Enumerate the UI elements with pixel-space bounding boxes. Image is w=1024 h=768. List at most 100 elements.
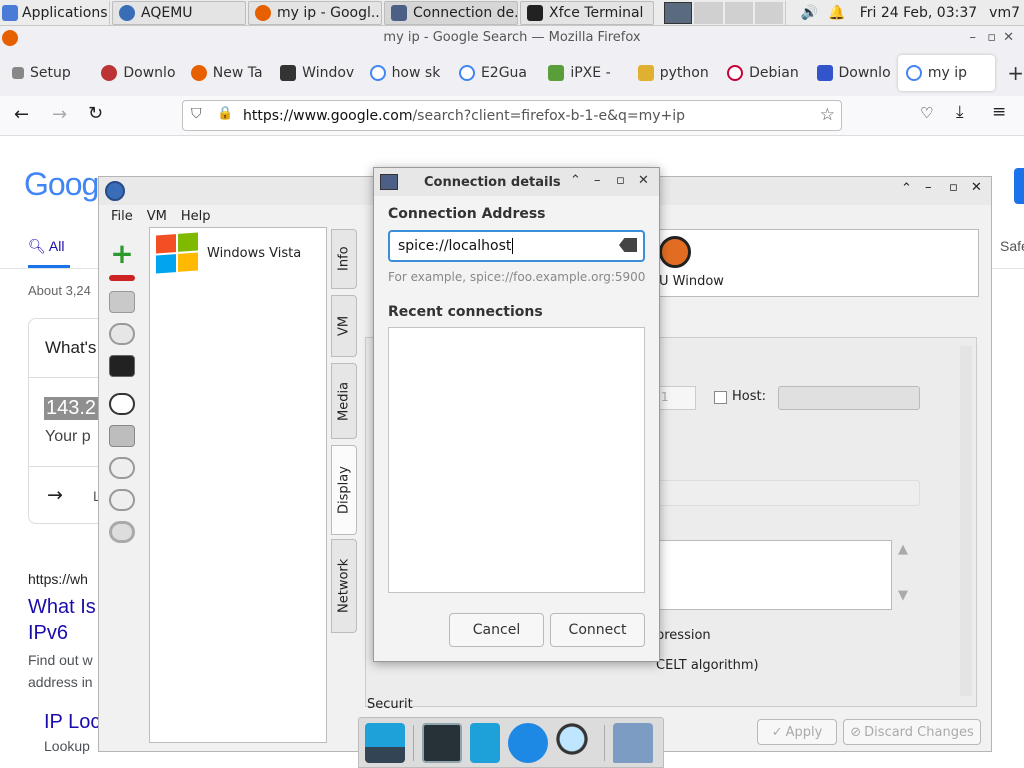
aqemu-collapse-icon[interactable]: ⌃ (901, 181, 912, 196)
scrollbar[interactable] (960, 346, 972, 696)
reset-icon[interactable] (109, 521, 135, 543)
clock-icon[interactable] (109, 323, 135, 345)
file-manager-launcher-icon[interactable] (470, 722, 500, 763)
down-arrow-icon[interactable]: ▼ (898, 588, 908, 603)
google-logo[interactable]: Goog (24, 166, 99, 203)
menu-file[interactable]: File (111, 209, 133, 224)
tab-all[interactable]: 🔍︎ All (28, 238, 64, 255)
tab-ipxe[interactable]: iPXE - (540, 55, 629, 91)
tab-python[interactable]: python (630, 55, 719, 91)
win-green (178, 232, 198, 252)
vm-item-name[interactable]: Windows Vista (207, 246, 301, 261)
console-icon[interactable] (109, 355, 135, 377)
terminal-launcher-icon[interactable] (422, 722, 462, 763)
menu-help[interactable]: Help (181, 209, 211, 224)
menu-vm[interactable]: VM (147, 209, 167, 224)
win-yellow (178, 252, 198, 272)
cancel-button[interactable]: Cancel (449, 613, 544, 647)
arrow-right-icon[interactable]: → (47, 484, 63, 506)
tab-network[interactable]: Network (331, 539, 357, 633)
tab-download-1[interactable]: Downlo (93, 55, 182, 91)
new-tab-icon[interactable]: + (1007, 61, 1024, 85)
tab-display[interactable]: Display (331, 445, 357, 535)
search-button-blue[interactable] (1014, 168, 1024, 204)
tab-info[interactable]: Info (331, 229, 357, 289)
reload-icon[interactable]: ↻ (88, 103, 103, 124)
connection-address-input[interactable]: spice://localhost (388, 230, 645, 262)
pocket-icon[interactable]: ♡ (920, 104, 933, 122)
clock[interactable]: Fri 24 Feb, 03:37 (860, 5, 977, 21)
menu-icon[interactable]: ≡ (992, 102, 1006, 122)
task-firefox[interactable]: my ip - Googl... (248, 0, 382, 25)
workspace-4[interactable] (754, 1, 783, 24)
user-name[interactable]: vm7 (989, 5, 1020, 21)
pause-icon[interactable] (109, 457, 135, 479)
ff-maximize-icon[interactable]: ▫ (987, 26, 996, 50)
dialog-title-bar[interactable]: Connection details ⌃ – ▫ ✕ (374, 168, 659, 196)
workspace-2[interactable] (694, 1, 723, 24)
tab-new[interactable]: New Ta (183, 55, 272, 91)
tab-my-ip[interactable]: my ip (897, 55, 996, 91)
tab-vm[interactable]: VM (331, 295, 357, 357)
dialog-maximize-icon[interactable]: ▫ (616, 173, 625, 188)
tab-media[interactable]: Media (331, 363, 357, 439)
delete-vm-icon[interactable] (109, 275, 135, 281)
tab-download-2[interactable]: Downlo (809, 55, 898, 91)
stop-icon[interactable] (109, 489, 135, 511)
web-browser-launcher-icon[interactable] (508, 722, 548, 763)
ff-close-icon[interactable]: ✕ (1003, 26, 1014, 50)
clear-text-icon[interactable] (619, 238, 637, 252)
tab-setup[interactable]: Setup (4, 55, 93, 91)
task-aqemu[interactable]: AQEMU (112, 0, 246, 25)
spinbox[interactable]: 1 (656, 386, 696, 410)
folder-launcher-icon[interactable] (613, 722, 653, 763)
up-arrow-icon[interactable]: ▲ (898, 542, 908, 557)
firefox-logo-icon (2, 30, 18, 46)
notification-bell-icon[interactable]: 🔔 (828, 5, 845, 21)
tab-windows[interactable]: Windov (272, 55, 361, 91)
tab-how[interactable]: how sk (362, 55, 451, 91)
hdd-icon[interactable] (109, 291, 135, 313)
workspace-3[interactable] (724, 1, 753, 24)
show-desktop-icon[interactable] (365, 722, 405, 763)
dialog-collapse-icon[interactable]: ⌃ (570, 173, 581, 188)
dialog-minimize-icon[interactable]: – (594, 173, 601, 188)
security-section-label: Securit (367, 697, 413, 712)
dialog-close-icon[interactable]: ✕ (638, 173, 649, 188)
applications-menu[interactable]: Applications (0, 0, 110, 25)
url-bar[interactable]: ⛉ 🔒 https://www.google.com/search?client… (182, 100, 842, 131)
connect-button[interactable]: Connect (550, 613, 645, 647)
downloads-icon[interactable]: ⤓ (956, 102, 964, 122)
safe-search[interactable]: Safe (1000, 238, 1024, 254)
result2-title[interactable]: IP Loc (44, 711, 100, 734)
app-finder-icon[interactable] (556, 722, 596, 763)
list-box[interactable] (656, 540, 892, 610)
save-icon[interactable] (109, 425, 135, 447)
add-vm-icon[interactable]: + (109, 240, 135, 268)
task-connection-details[interactable]: Connection de... (384, 0, 518, 25)
play-icon[interactable] (109, 393, 135, 415)
host-field[interactable] (778, 386, 920, 410)
host-checkbox[interactable] (714, 391, 727, 404)
vm-list[interactable]: Windows Vista (149, 227, 327, 743)
bookmark-star-icon[interactable]: ☆ (820, 105, 835, 125)
aqemu-minimize-icon[interactable]: – (925, 180, 932, 195)
lock-icon[interactable]: 🔒 (217, 106, 233, 121)
aqemu-close-icon[interactable]: ✕ (971, 180, 982, 195)
ip-address-value[interactable]: 143.2 (44, 397, 99, 420)
back-icon[interactable]: ← (14, 104, 29, 125)
tab-debian[interactable]: Debian (719, 55, 808, 91)
ff-minimize-icon[interactable]: – (970, 26, 977, 50)
volume-icon[interactable]: 🔊 (801, 5, 818, 21)
result-title-line1[interactable]: What Is (28, 596, 96, 619)
tab-e2guardian[interactable]: E2Gua (451, 55, 540, 91)
workspace-switcher[interactable] (662, 0, 786, 25)
task-terminal[interactable]: Xfce Terminal (520, 0, 654, 25)
aqemu-maximize-icon[interactable]: ▫ (949, 180, 958, 195)
shield-icon[interactable]: ⛉ (191, 106, 202, 122)
result-title-line2[interactable]: IPv6 (28, 622, 68, 645)
window-mode-label[interactable]: U Window (659, 274, 724, 289)
workspace-1[interactable] (664, 1, 693, 24)
result-url[interactable]: https://wh (28, 571, 88, 587)
recent-connections-list[interactable] (388, 327, 645, 593)
